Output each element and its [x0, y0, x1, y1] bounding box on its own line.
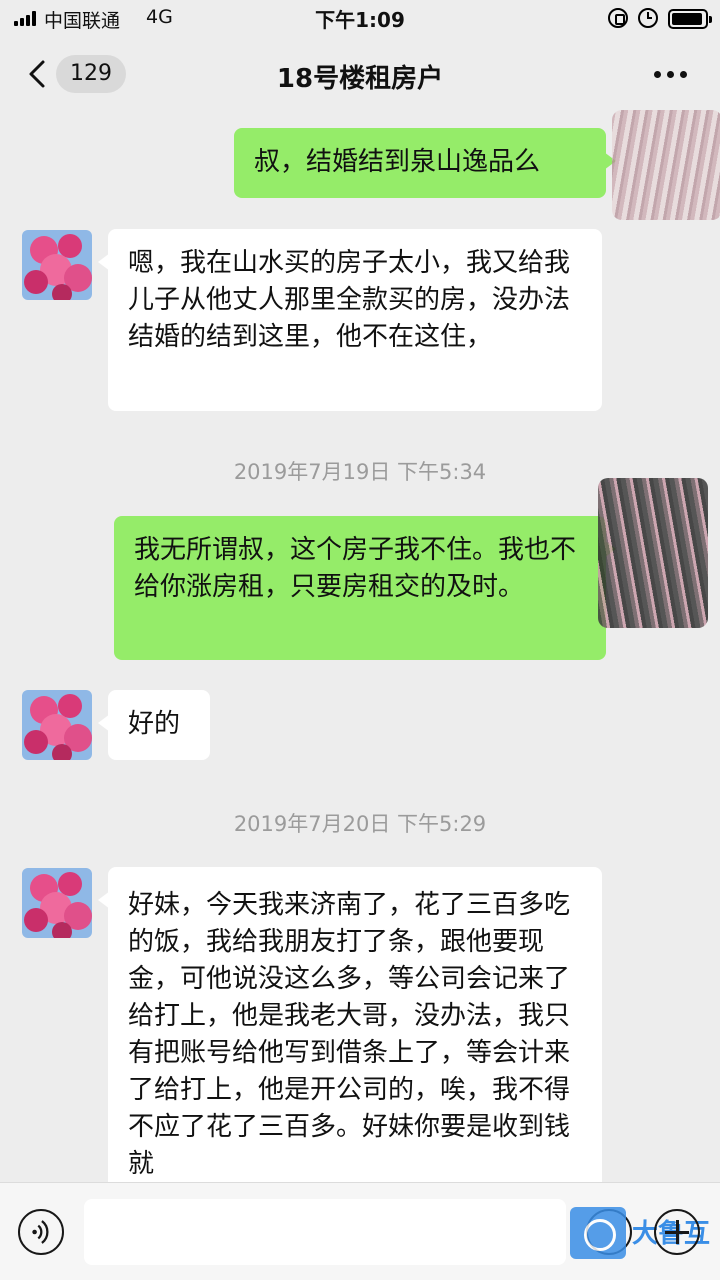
message-text: 好的 [128, 709, 181, 739]
input-bar: 大鲁互 [0, 1182, 720, 1280]
message-text: 叔，结婚结到泉山逸品么 [254, 147, 541, 177]
received-message-bubble[interactable]: 好的 [98, 690, 210, 760]
sent-message-bubble[interactable]: 我无所谓叔，这个房子我不住。我也不给你涨房租，只要房租交的及时。 [114, 516, 616, 660]
sent-message-bubble[interactable]: 叔，结婚结到泉山逸品么 [234, 128, 616, 198]
watermark-logo-icon [570, 1207, 626, 1259]
message-text: 好妹，今天我来济南了，花了三百多吃的饭，我给我朋友打了条，跟他要现金，可他说没这… [128, 890, 571, 1179]
status-bar: 中国联通 4G 下午1:09 [0, 0, 720, 40]
message-text: 我无所谓叔，这个房子我不住。我也不给你涨房租，只要房租交的及时。 [134, 535, 577, 602]
alarm-icon [638, 8, 658, 28]
rotation-lock-icon [608, 8, 628, 28]
contact-avatar[interactable] [22, 230, 92, 300]
chat-history[interactable]: 叔，结婚结到泉山逸品么 嗯，我在山水买的房子太小，我又给我儿子从他丈人那里全款买… [0, 110, 720, 1182]
chat-header: 129 18号楼租房户 [0, 40, 720, 110]
chat-timestamp: 2019年7月20日 下午5:29 [233, 812, 487, 836]
message-input[interactable] [84, 1199, 566, 1265]
received-message-bubble[interactable]: 嗯，我在山水买的房子太小，我又给我儿子从他丈人那里全款买的房，没办法结婚的结到这… [98, 229, 602, 411]
more-icon[interactable] [652, 66, 690, 82]
sender-avatar-redacted [598, 478, 708, 628]
contact-avatar[interactable] [22, 868, 92, 938]
sender-avatar-redacted [612, 110, 720, 220]
received-message-bubble[interactable]: 好妹，今天我来济南了，花了三百多吃的饭，我给我朋友打了条，跟他要现金，可他说没这… [98, 867, 602, 1182]
plus-icon[interactable] [654, 1209, 700, 1255]
chat-title: 18号楼租房户 [276, 64, 444, 94]
contact-avatar[interactable] [22, 690, 92, 760]
message-text: 嗯，我在山水买的房子太小，我又给我儿子从他丈人那里全款买的房，没办法结婚的结到这… [128, 248, 571, 352]
voice-icon[interactable] [18, 1209, 64, 1255]
battery-icon [668, 9, 712, 29]
